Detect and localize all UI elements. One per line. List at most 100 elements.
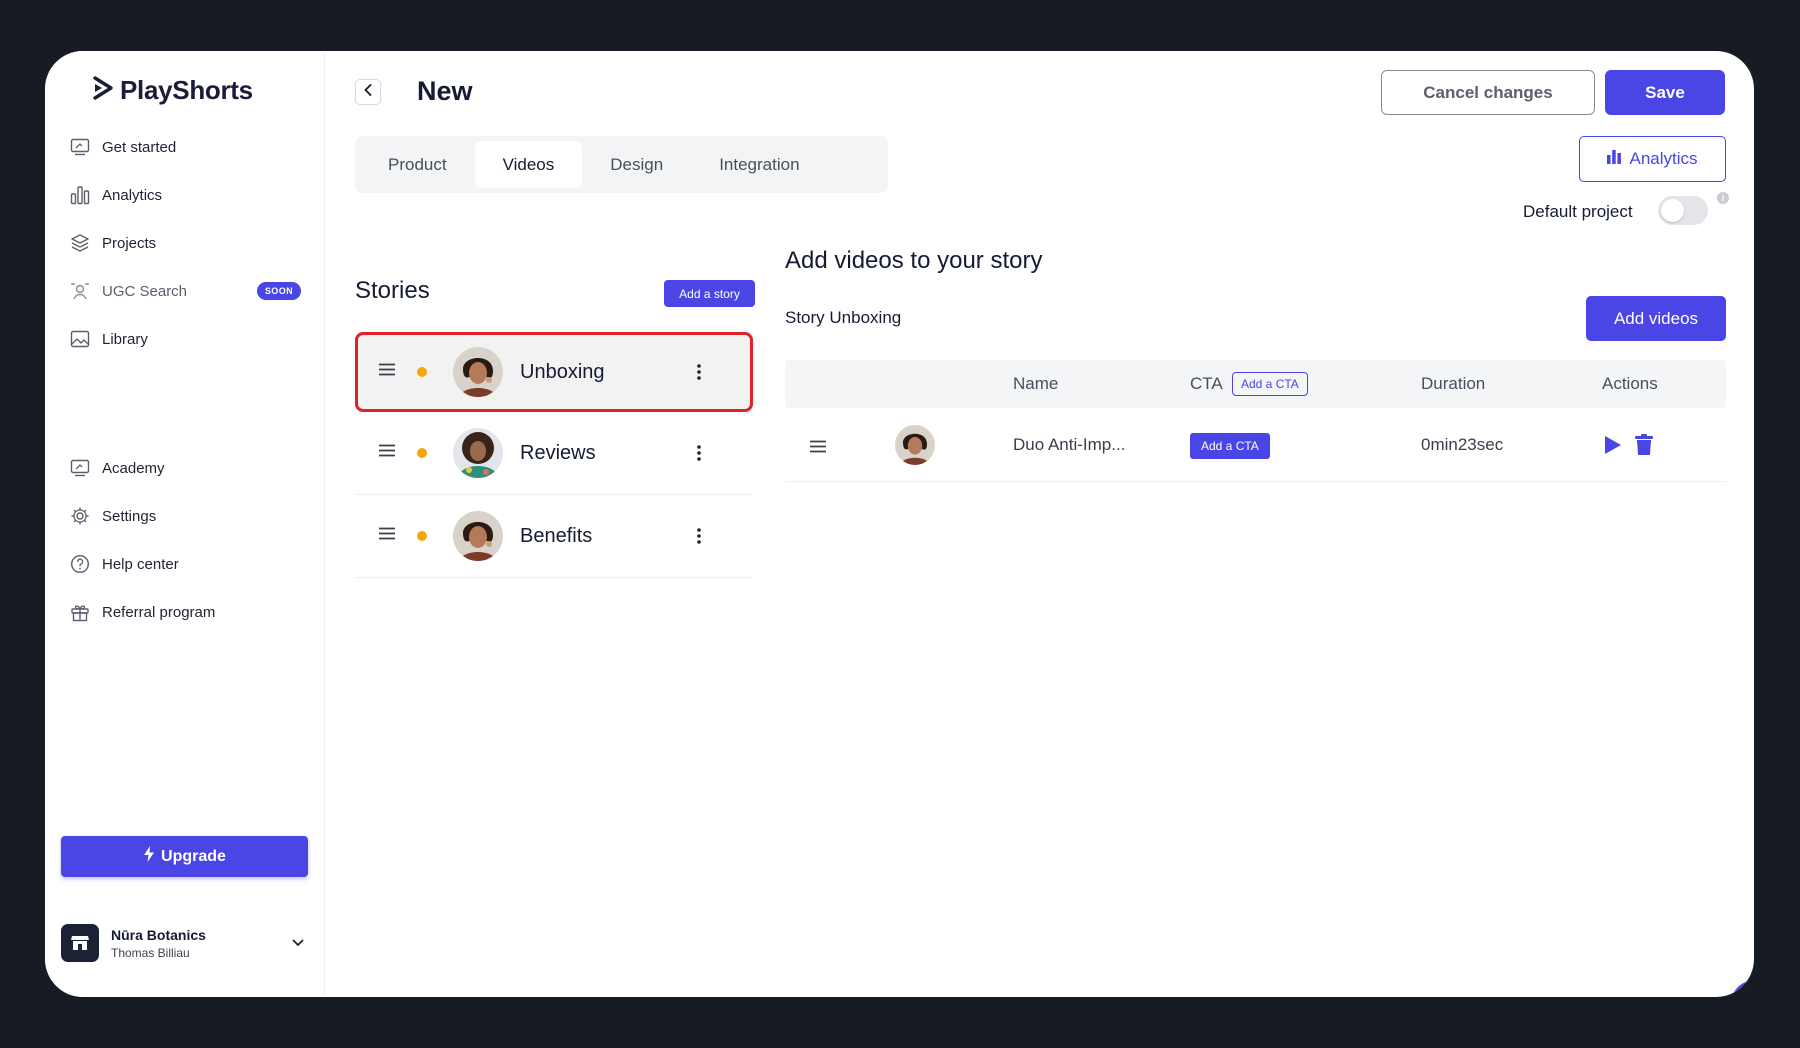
drag-handle-icon[interactable] xyxy=(809,438,827,458)
sidebar-item-analytics[interactable]: Analytics xyxy=(69,171,301,219)
page-title: New xyxy=(417,76,473,106)
default-project-toggle[interactable] xyxy=(1658,196,1708,225)
bar-chart-icon xyxy=(69,184,91,206)
video-duration: 0min23sec xyxy=(1421,435,1504,454)
account-user: Thomas Billiau xyxy=(111,945,190,960)
image-icon xyxy=(69,328,91,350)
videos-panel-title: Add videos to your story xyxy=(785,247,1043,274)
table-header: Name CTA Add a CTA Duration Actions xyxy=(785,360,1726,408)
sidebar-item-projects[interactable]: Projects xyxy=(69,219,301,267)
sidebar-item-label: Referral program xyxy=(102,603,216,621)
trash-icon[interactable] xyxy=(1635,434,1653,461)
account-switcher[interactable]: Nūra Botanics Thomas Billiau xyxy=(61,922,308,964)
column-header-name: Name xyxy=(1013,374,1059,393)
brand-logo[interactable]: PlayShorts xyxy=(92,75,253,106)
sidebar-item-help-center[interactable]: Help center xyxy=(69,540,215,588)
story-name: Reviews xyxy=(520,441,596,464)
sidebar-nav-secondary: Academy Settings Help center Referral pr… xyxy=(69,444,215,636)
videos-table: Name CTA Add a CTA Duration Actions Duo … xyxy=(785,360,1726,482)
chevron-down-icon xyxy=(292,934,304,952)
status-dot xyxy=(417,448,427,458)
sidebar-item-label: Analytics xyxy=(102,186,163,204)
gift-icon xyxy=(69,601,91,623)
tab-videos[interactable]: Videos xyxy=(474,141,583,188)
add-videos-button[interactable]: Add videos xyxy=(1586,296,1726,341)
sidebar-item-label: Get started xyxy=(102,138,177,156)
playshorts-logo-icon xyxy=(92,76,114,105)
story-avatar xyxy=(453,347,503,397)
story-item-benefits[interactable]: Benefits xyxy=(355,495,753,578)
status-dot xyxy=(417,367,427,377)
chevron-left-icon xyxy=(364,83,372,101)
tab-integration[interactable]: Integration xyxy=(691,141,827,188)
column-header-duration: Duration xyxy=(1421,374,1486,393)
sidebar-item-label: Settings xyxy=(102,507,157,525)
person-search-icon xyxy=(69,280,91,302)
app-window: PlayShorts Get started Analytics Project… xyxy=(45,51,1754,997)
analytics-button[interactable]: Analytics xyxy=(1579,136,1726,182)
sidebar-item-library[interactable]: Library xyxy=(69,315,301,363)
tab-design[interactable]: Design xyxy=(582,141,691,188)
status-dot xyxy=(417,531,427,541)
tab-product[interactable]: Product xyxy=(360,141,475,188)
upgrade-button[interactable]: Upgrade xyxy=(61,836,308,877)
add-cta-button[interactable]: Add a CTA xyxy=(1190,433,1270,459)
upgrade-label: Upgrade xyxy=(161,847,226,865)
bar-chart-icon xyxy=(1607,149,1622,169)
sidebar-item-get-started[interactable]: Get started xyxy=(69,123,301,171)
sidebar-item-label: Library xyxy=(102,330,148,348)
rocket-screen-icon xyxy=(69,136,91,158)
drag-handle-icon[interactable] xyxy=(378,363,396,381)
sidebar-item-label: Projects xyxy=(102,234,157,252)
academy-icon xyxy=(69,457,91,479)
soon-badge: SOON xyxy=(256,282,301,300)
add-story-button[interactable]: Add a story xyxy=(664,280,755,307)
info-icon[interactable]: i xyxy=(1717,192,1729,204)
drag-handle-icon[interactable] xyxy=(378,527,396,545)
sidebar-nav-primary: Get started Analytics Projects UGC Searc… xyxy=(69,123,301,363)
story-list: Unboxing Reviews Benefits xyxy=(355,332,753,578)
sidebar-item-academy[interactable]: Academy xyxy=(69,444,215,492)
chat-support-button[interactable] xyxy=(1731,980,1754,997)
story-name: Benefits xyxy=(520,524,593,547)
account-name: Nūra Botanics xyxy=(111,926,206,943)
sidebar-item-label: Help center xyxy=(102,555,179,573)
sidebar-item-label: UGC Search xyxy=(102,282,188,300)
current-story-label: Story Unboxing xyxy=(785,308,902,327)
column-header-cta: CTA xyxy=(1190,374,1223,393)
more-vertical-icon[interactable] xyxy=(689,523,709,549)
save-button[interactable]: Save xyxy=(1605,70,1725,115)
default-project-label: Default project xyxy=(1523,202,1633,221)
table-row: Duo Anti-Imp... Add a CTA 0min23sec xyxy=(785,408,1726,482)
sidebar-item-referral-program[interactable]: Referral program xyxy=(69,588,215,636)
drag-handle-icon[interactable] xyxy=(378,444,396,462)
sidebar-item-label: Academy xyxy=(102,459,165,477)
video-thumbnail xyxy=(895,425,935,465)
column-header-actions: Actions xyxy=(1602,374,1658,393)
sidebar-item-settings[interactable]: Settings xyxy=(69,492,215,540)
story-avatar xyxy=(453,428,503,478)
tab-bar: Product Videos Design Integration xyxy=(355,136,888,193)
sidebar: PlayShorts Get started Analytics Project… xyxy=(45,51,325,997)
analytics-button-label: Analytics xyxy=(1629,149,1698,168)
story-avatar xyxy=(453,511,503,561)
gear-icon xyxy=(69,505,91,527)
back-button[interactable] xyxy=(355,79,381,105)
sidebar-item-ugc-search[interactable]: UGC Search SOON xyxy=(69,267,301,315)
cancel-changes-button[interactable]: Cancel changes xyxy=(1381,70,1595,115)
help-circle-icon xyxy=(69,553,91,575)
layers-icon xyxy=(69,232,91,254)
lightning-icon xyxy=(143,846,155,867)
story-name: Unboxing xyxy=(520,360,605,383)
add-cta-all-button[interactable]: Add a CTA xyxy=(1232,372,1308,396)
stories-title: Stories xyxy=(355,277,430,304)
store-icon xyxy=(61,924,99,962)
video-name: Duo Anti-Imp... xyxy=(1013,435,1126,454)
more-vertical-icon[interactable] xyxy=(689,440,709,466)
toggle-knob xyxy=(1661,199,1684,222)
story-item-unboxing[interactable]: Unboxing xyxy=(355,332,753,412)
more-vertical-icon[interactable] xyxy=(689,359,709,385)
play-icon[interactable] xyxy=(1604,435,1622,460)
chat-icon xyxy=(1744,991,1754,997)
story-item-reviews[interactable]: Reviews xyxy=(355,412,753,495)
